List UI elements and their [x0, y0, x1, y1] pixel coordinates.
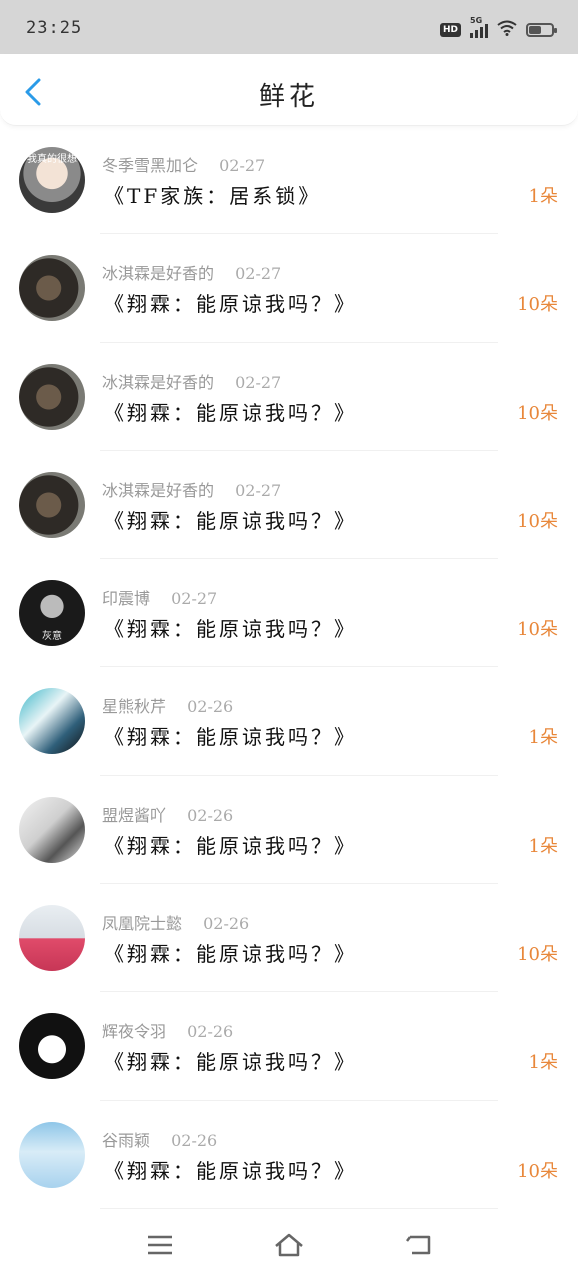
avatar[interactable]: 我真的很想	[19, 147, 85, 213]
avatar[interactable]	[19, 363, 85, 430]
wifi-icon	[497, 20, 517, 40]
user-name[interactable]: 冰淇霖是好香的	[102, 481, 214, 500]
status-time: 23:25	[26, 18, 83, 38]
work-title[interactable]: 《翔霖：能原谅我吗？》	[104, 830, 357, 859]
work-title[interactable]: 《翔霖：能原谅我吗？》	[104, 397, 357, 426]
item-meta: 冰淇霖是好香的 02-27	[102, 369, 281, 393]
item-meta: 冰淇霖是好香的 02-27	[102, 477, 281, 501]
item-date: 02-26	[203, 914, 250, 934]
item-date: 02-26	[187, 697, 234, 717]
work-title[interactable]: 《翔霖：能原谅我吗？》	[104, 938, 357, 967]
system-nav-bar	[0, 1210, 578, 1280]
divider	[100, 1207, 498, 1209]
flower-list: 我真的很想 冬季雪黑加仑 02-27 《TF家族：居系锁》 1朵 冰淇霖是好香的…	[0, 126, 578, 1209]
item-date: 02-27	[235, 372, 282, 392]
list-item[interactable]: 凤凰院士懿 02-26 《翔霖：能原谅我吗？》 10朵	[0, 884, 578, 993]
user-name[interactable]: 星熊秋芹	[102, 697, 166, 716]
item-date: 02-27	[219, 156, 266, 175]
avatar[interactable]	[19, 1013, 85, 1080]
item-meta: 印震博 02-27	[102, 585, 217, 609]
avatar[interactable]	[19, 471, 85, 538]
item-date: 02-26	[171, 1130, 218, 1150]
signal-icon: 5G	[470, 16, 488, 38]
item-meta: 星熊秋芹 02-26	[102, 693, 233, 717]
network-label: 5G	[470, 16, 483, 25]
item-meta: 冬季雪黑加仑 02-27	[102, 152, 265, 176]
user-name[interactable]: 冬季雪黑加仑	[102, 156, 198, 175]
item-date: 02-26	[187, 1022, 234, 1042]
item-meta: 冰淇霖是好香的 02-27	[102, 260, 281, 284]
flower-count: 10朵	[517, 1160, 558, 1182]
user-name[interactable]: 印震博	[102, 589, 150, 608]
user-name[interactable]: 冰淇霖是好香的	[102, 264, 214, 283]
user-name[interactable]: 冰淇霖是好香的	[102, 373, 214, 392]
back-arrow-icon	[406, 1235, 431, 1255]
avatar[interactable]	[19, 905, 85, 972]
battery-icon	[526, 23, 557, 37]
item-date: 02-26	[187, 805, 234, 825]
hd-badge: HD	[439, 23, 461, 37]
item-meta: 辉夜令羽 02-26	[102, 1018, 233, 1042]
flower-count: 1朵	[528, 835, 558, 857]
work-title[interactable]: 《翔霖：能原谅我吗？》	[104, 1155, 357, 1184]
status-bar: 23:25 HD 5G	[0, 0, 578, 54]
work-title[interactable]: 《翔霖：能原谅我吗？》	[104, 505, 357, 534]
item-date: 02-27	[235, 264, 282, 284]
work-title[interactable]: 《翔霖：能原谅我吗？》	[104, 288, 357, 317]
flower-count: 1朵	[528, 186, 558, 207]
avatar[interactable]: 灰意	[19, 580, 85, 647]
flower-count: 1朵	[528, 1052, 558, 1074]
status-icons: HD 5G	[439, 16, 557, 40]
avatar-caption: 灰意	[42, 631, 62, 643]
flower-count: 10朵	[517, 510, 558, 532]
item-date: 02-27	[171, 589, 218, 609]
item-date: 02-27	[235, 480, 282, 500]
list-item[interactable]: 灰意 印震博 02-27 《翔霖：能原谅我吗？》 10朵	[0, 559, 578, 668]
user-name[interactable]: 谷雨颖	[102, 1131, 150, 1150]
work-title[interactable]: 《翔霖：能原谅我吗？》	[104, 721, 357, 750]
user-name[interactable]: 凤凰院士懿	[102, 914, 182, 933]
avatar[interactable]	[19, 255, 85, 322]
avatar[interactable]	[19, 688, 85, 755]
list-item[interactable]: 冰淇霖是好香的 02-27 《翔霖：能原谅我吗？》 10朵	[0, 343, 578, 451]
list-item[interactable]: 星熊秋芹 02-26 《翔霖：能原谅我吗？》 1朵	[0, 667, 578, 776]
list-item[interactable]: 我真的很想 冬季雪黑加仑 02-27 《TF家族：居系锁》 1朵	[0, 126, 578, 235]
header: 鲜花	[0, 54, 578, 126]
flower-count: 10朵	[517, 619, 558, 641]
back-nav-button[interactable]	[398, 1228, 438, 1262]
menu-icon	[148, 1235, 172, 1255]
avatar-caption: 我真的很想	[27, 154, 77, 165]
work-title[interactable]: 《翔霖：能原谅我吗？》	[104, 613, 357, 642]
list-item[interactable]: 盟煜酱吖 02-26 《翔霖：能原谅我吗？》 1朵	[0, 776, 578, 885]
avatar[interactable]	[19, 1121, 85, 1188]
user-name[interactable]: 盟煜酱吖	[102, 806, 166, 825]
item-meta: 盟煜酱吖 02-26	[102, 802, 233, 826]
home-button[interactable]	[269, 1228, 309, 1262]
flower-count: 10朵	[517, 944, 558, 966]
item-meta: 凤凰院士懿 02-26	[102, 910, 249, 934]
flower-count: 10朵	[517, 294, 558, 316]
work-title[interactable]: 《翔霖：能原谅我吗？》	[104, 1046, 357, 1075]
list-item[interactable]: 辉夜令羽 02-26 《翔霖：能原谅我吗？》 1朵	[0, 992, 578, 1101]
user-name[interactable]: 辉夜令羽	[102, 1022, 166, 1041]
flower-count: 10朵	[517, 402, 558, 424]
list-item[interactable]: 谷雨颖 02-26 《翔霖：能原谅我吗？》 10朵	[0, 1101, 578, 1209]
avatar[interactable]	[19, 796, 85, 863]
list-item[interactable]: 冰淇霖是好香的 02-27 《翔霖：能原谅我吗？》 10朵	[0, 451, 578, 560]
list-item[interactable]: 冰淇霖是好香的 02-27 《翔霖：能原谅我吗？》 10朵	[0, 234, 578, 343]
home-icon	[275, 1233, 303, 1257]
page-title: 鲜花	[258, 82, 319, 112]
work-title[interactable]: 《TF家族：居系锁》	[104, 180, 321, 209]
flower-count: 1朵	[528, 727, 558, 749]
item-meta: 谷雨颖 02-26	[102, 1127, 217, 1151]
menu-button[interactable]	[140, 1228, 180, 1262]
